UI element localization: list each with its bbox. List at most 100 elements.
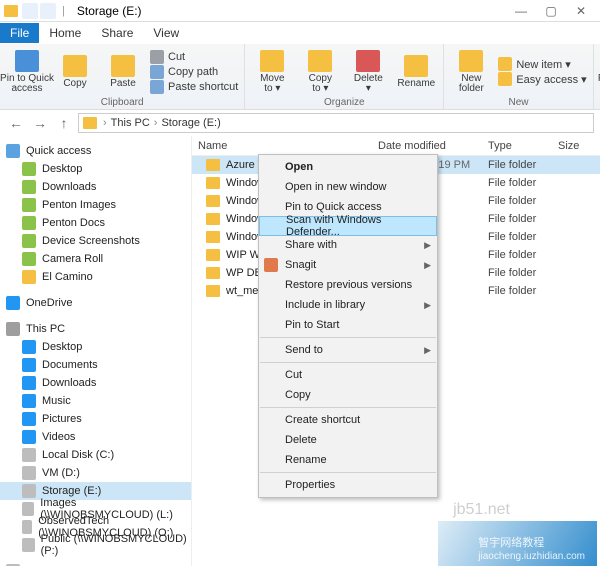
folder-icon xyxy=(22,216,36,230)
sidebar-item[interactable]: Desktop xyxy=(0,160,191,178)
sidebar-item[interactable]: Downloads xyxy=(0,178,191,196)
watermark: 智宇网络教程 jiaocheng.iuzhidian.com xyxy=(438,521,597,566)
watermark-text: jb51.net xyxy=(453,501,510,519)
cut-button[interactable]: Cut xyxy=(150,50,238,64)
forward-button[interactable]: → xyxy=(30,115,50,131)
menu-cut[interactable]: Cut xyxy=(259,365,437,385)
menu-rename[interactable]: Rename xyxy=(259,450,437,470)
folder-icon xyxy=(22,252,36,266)
sidebar-item[interactable]: Penton Docs xyxy=(0,214,191,232)
drive-icon xyxy=(22,484,36,498)
sidebar-item[interactable]: Pictures xyxy=(0,410,191,428)
menu-pin-start[interactable]: Pin to Start xyxy=(259,315,437,335)
sidebar-item[interactable]: Desktop xyxy=(0,338,191,356)
ribbon-group-clipboard: Pin to Quick access Copy Paste Cut Copy … xyxy=(0,44,245,109)
tab-view[interactable]: View xyxy=(143,23,189,43)
up-button[interactable]: ↑ xyxy=(54,115,74,131)
sidebar-onedrive[interactable]: OneDrive xyxy=(0,294,191,312)
pin-quick-access-button[interactable]: Pin to Quick access xyxy=(6,46,48,97)
menu-include-library[interactable]: Include in library▶ xyxy=(259,295,437,315)
sidebar-item[interactable]: Documents xyxy=(0,356,191,374)
quick-access-toolbar[interactable] xyxy=(22,3,56,19)
copy-path-button[interactable]: Copy path xyxy=(150,65,238,79)
menu-scan-defender[interactable]: Scan with Windows Defender... xyxy=(259,216,437,236)
tab-share[interactable]: Share xyxy=(91,23,143,43)
drive-icon xyxy=(22,448,36,462)
close-button[interactable]: ✕ xyxy=(566,4,596,18)
col-size[interactable]: Size xyxy=(552,140,592,152)
folder-icon xyxy=(22,198,36,212)
copy-button[interactable]: Copy xyxy=(54,46,96,97)
sidebar-item[interactable]: Device Screenshots xyxy=(0,232,191,250)
drive-icon xyxy=(22,520,32,534)
sidebar-item[interactable]: Music xyxy=(0,392,191,410)
menu-restore-previous[interactable]: Restore previous versions xyxy=(259,275,437,295)
rename-button[interactable]: Rename xyxy=(395,46,437,97)
menu-share-with[interactable]: Share with▶ xyxy=(259,235,437,255)
nav-bar: ← → ↑ › This PC › Storage (E:) xyxy=(0,110,600,136)
minimize-button[interactable]: — xyxy=(506,4,536,18)
ribbon-group-open: Properties ▾ Open ▾ Edit History Open xyxy=(594,44,600,109)
breadcrumb-seg[interactable]: Storage (E:) xyxy=(161,117,220,129)
folder-icon xyxy=(206,267,220,279)
menu-delete[interactable]: Delete xyxy=(259,430,437,450)
sidebar-item[interactable]: VM (D:) xyxy=(0,464,191,482)
ribbon-tabs: File Home Share View xyxy=(0,22,600,44)
drive-icon xyxy=(22,466,36,480)
folder-icon xyxy=(22,430,36,444)
sidebar-item[interactable]: Camera Roll xyxy=(0,250,191,268)
context-menu: Open Open in new window Pin to Quick acc… xyxy=(258,154,438,498)
easy-access-button[interactable]: Easy access ▾ xyxy=(498,72,586,86)
menu-send-to[interactable]: Send to▶ xyxy=(259,340,437,360)
sidebar-item[interactable]: Penton Images xyxy=(0,196,191,214)
copy-to-button[interactable]: Copy to ▾ xyxy=(299,46,341,97)
move-to-button[interactable]: Move to ▾ xyxy=(251,46,293,97)
column-headers[interactable]: Name Date modified Type Size xyxy=(192,136,600,156)
col-type[interactable]: Type xyxy=(482,140,552,152)
menu-properties[interactable]: Properties xyxy=(259,475,437,495)
sidebar-item[interactable]: El Camino xyxy=(0,268,191,286)
paste-shortcut-button[interactable]: Paste shortcut xyxy=(150,80,238,94)
titlebar: | Storage (E:) — ▢ ✕ xyxy=(0,0,600,22)
sidebar-this-pc[interactable]: This PC xyxy=(0,320,191,338)
col-name[interactable]: Name xyxy=(192,140,372,152)
back-button[interactable]: ← xyxy=(6,115,26,131)
folder-icon xyxy=(22,234,36,248)
breadcrumb[interactable]: › This PC › Storage (E:) xyxy=(78,113,594,133)
folder-icon xyxy=(206,285,220,297)
maximize-button[interactable]: ▢ xyxy=(536,4,566,18)
menu-open[interactable]: Open xyxy=(259,157,437,177)
folder-icon xyxy=(206,195,220,207)
folder-icon xyxy=(22,376,36,390)
sidebar-item[interactable]: Public (\\WINOBSMYCLOUD) (P:) xyxy=(0,536,191,554)
menu-create-shortcut[interactable]: Create shortcut xyxy=(259,410,437,430)
tab-file[interactable]: File xyxy=(0,23,39,43)
sidebar-quick-access[interactable]: Quick access xyxy=(0,142,191,160)
sidebar-storage-e[interactable]: Storage (E:) xyxy=(0,562,191,566)
tab-home[interactable]: Home xyxy=(39,23,91,43)
folder-icon xyxy=(206,177,220,189)
folder-icon xyxy=(22,270,36,284)
folder-icon xyxy=(206,159,220,171)
menu-copy[interactable]: Copy xyxy=(259,385,437,405)
folder-icon xyxy=(22,412,36,426)
menu-snagit[interactable]: Snagit▶ xyxy=(259,255,437,275)
new-item-button[interactable]: New item ▾ xyxy=(498,57,586,71)
breadcrumb-seg[interactable]: This PC xyxy=(111,117,150,129)
snagit-icon xyxy=(264,258,278,272)
delete-button[interactable]: Delete ▾ xyxy=(347,46,389,97)
ribbon-group-new: New folder New item ▾ Easy access ▾ New xyxy=(444,44,593,109)
sidebar-item[interactable]: Local Disk (C:) xyxy=(0,446,191,464)
sidebar-item[interactable]: Downloads xyxy=(0,374,191,392)
paste-button[interactable]: Paste xyxy=(102,46,144,97)
ribbon: Pin to Quick access Copy Paste Cut Copy … xyxy=(0,44,600,110)
sidebar-item[interactable]: Videos xyxy=(0,428,191,446)
folder-icon xyxy=(22,394,36,408)
menu-open-new-window[interactable]: Open in new window xyxy=(259,177,437,197)
col-date[interactable]: Date modified xyxy=(372,140,482,152)
folder-icon xyxy=(22,180,36,194)
drive-icon xyxy=(83,117,97,129)
folder-icon xyxy=(22,340,36,354)
drive-icon xyxy=(22,538,35,552)
new-folder-button[interactable]: New folder xyxy=(450,46,492,97)
